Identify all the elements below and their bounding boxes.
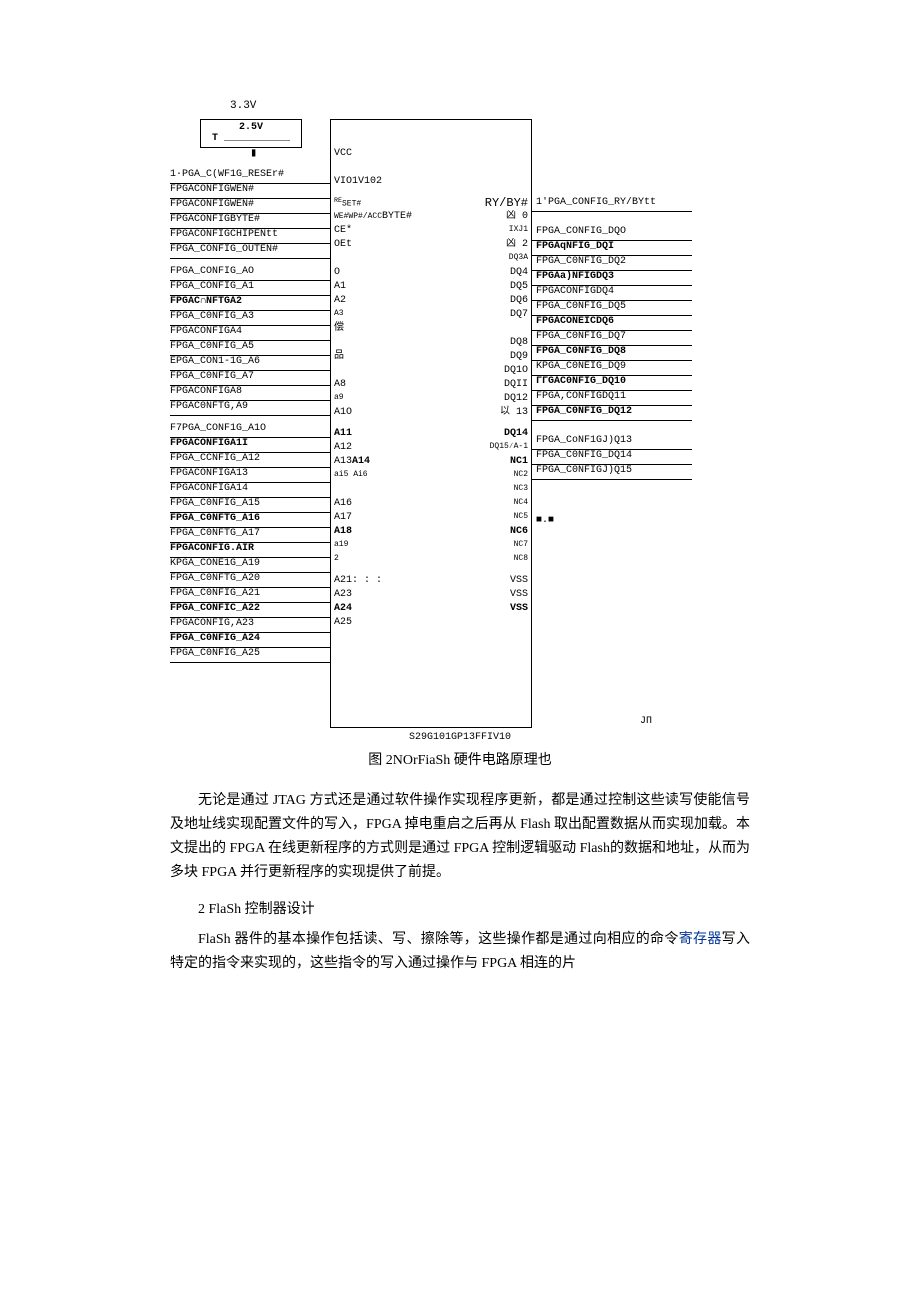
left-sig: FPGACONFIG.AIR	[170, 543, 330, 558]
left-signal-column: 2.5V T ___________ ▮ 1·PGA_C(WF1G_RESEr#…	[170, 119, 330, 728]
right-sig: FPGA_C0NFIG_DQ8	[532, 346, 692, 361]
left-sig: FPGACONFIGA14	[170, 483, 330, 498]
right-signal-column: 1'PGA_CONFIG_RY/BYtt FPGA_CONFIG_DQO FPG…	[532, 119, 692, 728]
left-sig: F7PGA_CONF1G_A1O	[170, 423, 330, 438]
left-sig: FPGACONFIGA13	[170, 468, 330, 483]
left-sig: FPGACONFIGWEN#	[170, 184, 330, 199]
decor-marker: ■.■	[536, 515, 692, 527]
right-sig: KPGA_C0NEIG_DQ9	[532, 361, 692, 376]
left-sig: FPGACONFIGA1I	[170, 438, 330, 453]
left-sig: FPGAC0NFTG,A9	[170, 401, 330, 416]
right-sig: FPGAqNFIG_DQI	[532, 241, 692, 256]
left-sig: FPGA_C0NFIG_A7	[170, 371, 330, 386]
jtag-marker: JΠ	[532, 716, 692, 728]
left-sig: EPGA_CON1-1G_A6	[170, 356, 330, 371]
right-sig: FPGA,CONFIGDQ11	[532, 391, 692, 406]
section-heading-2: 2 FlaSh 控制器设计	[170, 898, 750, 918]
left-sig: FPGA_CONFIG_AO	[170, 266, 330, 281]
left-sig: FPGA_CONFIG_A1	[170, 281, 330, 296]
right-sig: ΓΓGAC0NFIG_DQ10	[532, 376, 692, 391]
body-paragraph-1: 无论是通过 JTAG 方式还是通过软件操作实现程序更新，都是通过控制这些读写使能…	[170, 789, 750, 884]
left-sig: FPGA_C0NFTG_A17	[170, 528, 330, 543]
left-sig: FPGA_C0NFTG_A16	[170, 513, 330, 528]
left-sig: FPGACONFIGBYTE#	[170, 214, 330, 229]
left-sig: 1·PGA_C(WF1G_RESEr#	[170, 169, 330, 184]
right-sig: FPGA_C0NFIG_DQ2	[532, 256, 692, 271]
voltage-box: 2.5V T ___________	[200, 119, 302, 148]
left-sig: KPGA_CONE1G_A19	[170, 558, 330, 573]
left-sig: FPGA_C0NFTG_A20	[170, 573, 330, 588]
right-sig: FPGA_C0NFIG_DQ12	[532, 406, 692, 421]
left-sig: FPGA_CONFIC_A22	[170, 603, 330, 618]
right-sig: FPGA_CoNF1GJ)Q13	[532, 435, 692, 450]
left-sig: FPGACONFIGA8	[170, 386, 330, 401]
left-sig: FPGA_CONFIG_OUTEN#	[170, 244, 330, 259]
left-sig: FPGAC∩NFTGA2	[170, 296, 330, 311]
left-sig: FPGA_C0NFIG_A21	[170, 588, 330, 603]
part-number: S29G101GP13FFIV10	[170, 732, 750, 744]
voltage-3v3: 3.3V	[230, 100, 750, 113]
right-sig: 1'PGA_CONFIG_RY/BYtt	[532, 197, 692, 212]
right-sig: FPGA_CONFIG_DQO	[532, 226, 692, 241]
left-sig: FPGA_CCNFIG_A12	[170, 453, 330, 468]
register-link[interactable]: 寄存器	[679, 932, 722, 947]
body-paragraph-2: FlaSh 器件的基本操作包括读、写、擦除等，这些操作都是通过向相应的命令寄存器…	[170, 928, 750, 976]
right-sig: FPGA_C0NFIG_DQ7	[532, 331, 692, 346]
left-sig: FPGACONFIGA4	[170, 326, 330, 341]
schematic-diagram: 3.3V 2.5V T ___________ ▮ 1·PGA_C(WF1G_R…	[170, 100, 750, 743]
left-sig: FPGACONFIGWEN#	[170, 199, 330, 214]
right-sig: FPGACONFIGDQ4	[532, 286, 692, 301]
right-sig: FPGA_C0NFIG_DQ14	[532, 450, 692, 465]
right-sig: FPGA_C0NFIGJ)Q15	[532, 465, 692, 480]
left-sig: FPGA_C0NFIG_A3	[170, 311, 330, 326]
right-sig: FPGAa)NFIGDQ3	[532, 271, 692, 286]
left-sig: FPGACONFIGCHIPENtt	[170, 229, 330, 244]
left-sig: FPGA_C0NFIG_A24	[170, 633, 330, 648]
flash-chip-body: VCC VIO1V102 RESET#RY/BY# WE#WP#/ACCBYTE…	[330, 119, 532, 728]
left-sig: FPGA_C0NFIG_A5	[170, 341, 330, 356]
right-sig: FPGACONEICDQ6	[532, 316, 692, 331]
figure-caption: 图 2NOrFiaSh 硬件电路原理也	[170, 749, 750, 769]
right-sig: FPGA_C0NFIG_DQ5	[532, 301, 692, 316]
left-sig: FPGACONFIG,A23	[170, 618, 330, 633]
left-sig: FPGA_C0NFIG_A25	[170, 648, 330, 663]
left-sig: FPGA_C0NFIG_A15	[170, 498, 330, 513]
